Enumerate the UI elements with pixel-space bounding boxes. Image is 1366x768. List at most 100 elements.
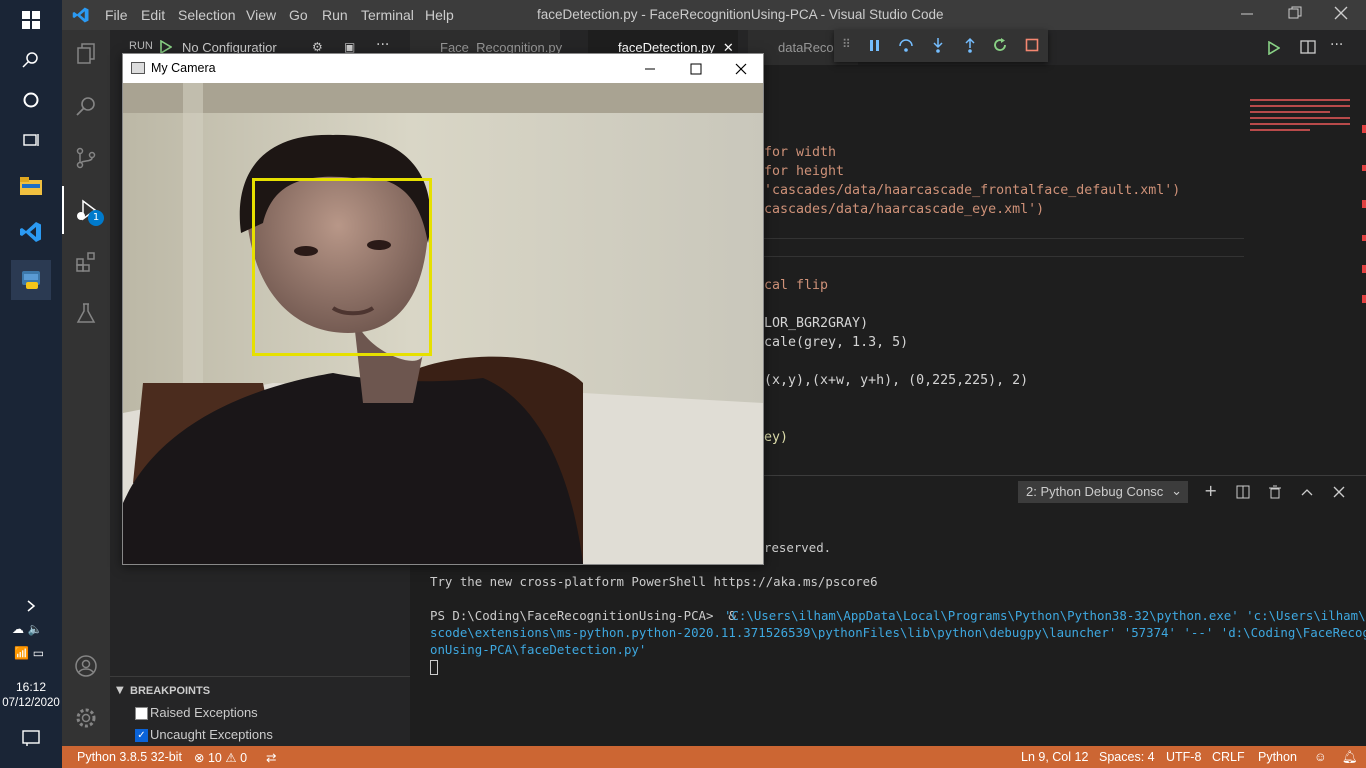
- minimap[interactable]: [1250, 85, 1354, 145]
- terminal-line: PS D:\Coding\FaceRecognitionUsing-PCA> &: [430, 608, 744, 623]
- editor-separator: [764, 256, 1244, 257]
- debug-badge: 1: [88, 210, 104, 226]
- raised-exceptions-label: Raised Exceptions: [150, 705, 258, 720]
- debug-console-icon[interactable]: ▣: [344, 40, 355, 54]
- uncaught-exceptions-label: Uncaught Exceptions: [150, 727, 273, 742]
- extensions-icon[interactable]: [62, 238, 110, 286]
- camera-title: My Camera: [151, 61, 216, 75]
- notifications-bell-icon[interactable]: 🔔︎: [1342, 750, 1358, 765]
- menu-edit[interactable]: Edit: [141, 7, 165, 23]
- search-icon[interactable]: [11, 40, 51, 80]
- run-file-icon[interactable]: [1268, 40, 1281, 59]
- clock-time[interactable]: 16:12: [0, 680, 62, 694]
- camera-titlebar[interactable]: My Camera: [123, 54, 763, 83]
- show-hidden-icons-icon[interactable]: [11, 586, 51, 626]
- terminal-line: onUsing-PCA\faceDetection.py': [430, 642, 647, 657]
- uncaught-exceptions-checkbox[interactable]: ✓: [135, 729, 148, 742]
- stop-icon[interactable]: [1024, 37, 1042, 55]
- network-battery-icons[interactable]: 📶 ▭: [14, 646, 54, 664]
- vscode-logo-icon: [72, 6, 90, 27]
- python-interpreter[interactable]: Python 3.8.5 32-bit: [77, 750, 182, 764]
- console-select-value: 2: Python Debug Consc: [1026, 484, 1164, 499]
- editor-more-icon[interactable]: ···: [1330, 37, 1343, 53]
- task-view-icon[interactable]: [11, 120, 51, 160]
- pause-icon[interactable]: [866, 37, 884, 55]
- terminal-cursor: [430, 660, 438, 675]
- source-control-icon[interactable]: [62, 134, 110, 182]
- windows-taskbar: ☁ 🔈 📶 ▭ 16:12 07/12/2020: [0, 0, 62, 768]
- vscode-taskbar-icon[interactable]: [11, 212, 51, 252]
- menu-run[interactable]: Run: [322, 7, 348, 23]
- split-terminal-icon[interactable]: [1236, 484, 1250, 503]
- menu-view[interactable]: View: [246, 7, 276, 23]
- drag-handle-icon[interactable]: ⠿: [842, 37, 860, 55]
- cursor-position[interactable]: Ln 9, Col 12: [1021, 750, 1088, 764]
- divider: [110, 676, 410, 677]
- search-view-icon[interactable]: [62, 82, 110, 130]
- start-debugging-icon[interactable]: [160, 39, 174, 55]
- code-line: LOR_BGR2GRAY): [764, 316, 869, 331]
- window-app-icon: [131, 62, 145, 74]
- split-editor-icon[interactable]: [1300, 39, 1316, 59]
- scrollbar-markers[interactable]: [1362, 125, 1366, 305]
- python-taskbar-icon[interactable]: [11, 260, 51, 300]
- step-into-icon[interactable]: [930, 37, 948, 55]
- menu-go[interactable]: Go: [289, 7, 308, 23]
- notification-icon[interactable]: [11, 718, 51, 758]
- menu-file[interactable]: File: [105, 7, 128, 23]
- close-icon[interactable]: [734, 61, 748, 80]
- chevron-down-icon[interactable]: ▼: [116, 685, 124, 696]
- debug-status-icon[interactable]: ⇄: [266, 750, 276, 765]
- step-out-icon[interactable]: [962, 37, 980, 55]
- file-explorer-icon[interactable]: [11, 166, 51, 206]
- explorer-icon[interactable]: [62, 30, 110, 78]
- face-detection-box: [252, 178, 432, 356]
- run-title: RUN: [129, 40, 153, 52]
- close-panel-icon[interactable]: [1332, 484, 1346, 503]
- indentation[interactable]: Spaces: 4: [1099, 750, 1155, 764]
- activity-bar: 1: [62, 30, 110, 746]
- restart-icon[interactable]: [992, 37, 1010, 55]
- clock-date[interactable]: 07/12/2020: [0, 697, 62, 709]
- chevron-down-icon: ⌄: [1171, 483, 1182, 498]
- new-terminal-icon[interactable]: +: [1204, 481, 1217, 500]
- terminal-line: reserved.: [764, 540, 832, 555]
- feedback-icon[interactable]: ☺: [1314, 750, 1327, 764]
- account-icon[interactable]: [62, 642, 110, 690]
- settings-gear-icon[interactable]: [62, 694, 110, 742]
- encoding[interactable]: UTF-8: [1166, 750, 1201, 764]
- status-bar: Python 3.8.5 32-bit ⊗ 10 ⚠ 0 ⇄ Ln 9, Col…: [62, 746, 1366, 768]
- settings-config-icon[interactable]: ⚙: [312, 40, 323, 54]
- breakpoints-header[interactable]: BREAKPOINTS: [130, 685, 210, 697]
- menu-help[interactable]: Help: [425, 7, 454, 23]
- close-icon[interactable]: [1334, 6, 1358, 24]
- end-of-line[interactable]: CRLF: [1212, 750, 1245, 764]
- minimize-icon[interactable]: [1240, 6, 1264, 24]
- menu-terminal[interactable]: Terminal: [361, 7, 414, 23]
- more-actions-icon[interactable]: ···: [376, 37, 389, 53]
- code-line: for height: [764, 164, 845, 179]
- terminal-line: scode\extensions\ms-python.python-2020.1…: [430, 625, 1366, 640]
- title-bar: File Edit Selection View Go Run Terminal…: [62, 0, 1366, 30]
- camera-window[interactable]: My Camera: [122, 53, 764, 565]
- restore-icon[interactable]: [1288, 6, 1312, 24]
- trash-icon[interactable]: [1268, 484, 1282, 503]
- error-count: 10: [207, 751, 222, 765]
- problems-indicator[interactable]: ⊗ 10 ⚠ 0: [194, 750, 247, 765]
- raised-exceptions-checkbox[interactable]: [135, 707, 148, 720]
- menu-selection[interactable]: Selection: [178, 7, 236, 23]
- run-debug-icon[interactable]: 1: [62, 186, 110, 234]
- testing-flask-icon[interactable]: [62, 290, 110, 338]
- windows-start-icon[interactable]: [11, 0, 51, 40]
- terminal-line: 'C:\Users\ilham\AppData\Local\Programs\P…: [724, 608, 1366, 623]
- maximize-icon[interactable]: [689, 61, 703, 80]
- language-mode[interactable]: Python: [1258, 750, 1297, 764]
- warning-icon: ⚠: [225, 751, 237, 765]
- minimize-icon[interactable]: [643, 61, 657, 80]
- cortana-icon[interactable]: [11, 80, 51, 120]
- console-select[interactable]: 2: Python Debug Consc ⌄: [1018, 481, 1188, 503]
- step-over-icon[interactable]: [898, 37, 916, 55]
- code-line: cascades/data/haarcascade_eye.xml'): [764, 202, 1045, 217]
- onedrive-volume-icons[interactable]: ☁ 🔈: [12, 622, 52, 640]
- maximize-panel-icon[interactable]: [1300, 484, 1314, 503]
